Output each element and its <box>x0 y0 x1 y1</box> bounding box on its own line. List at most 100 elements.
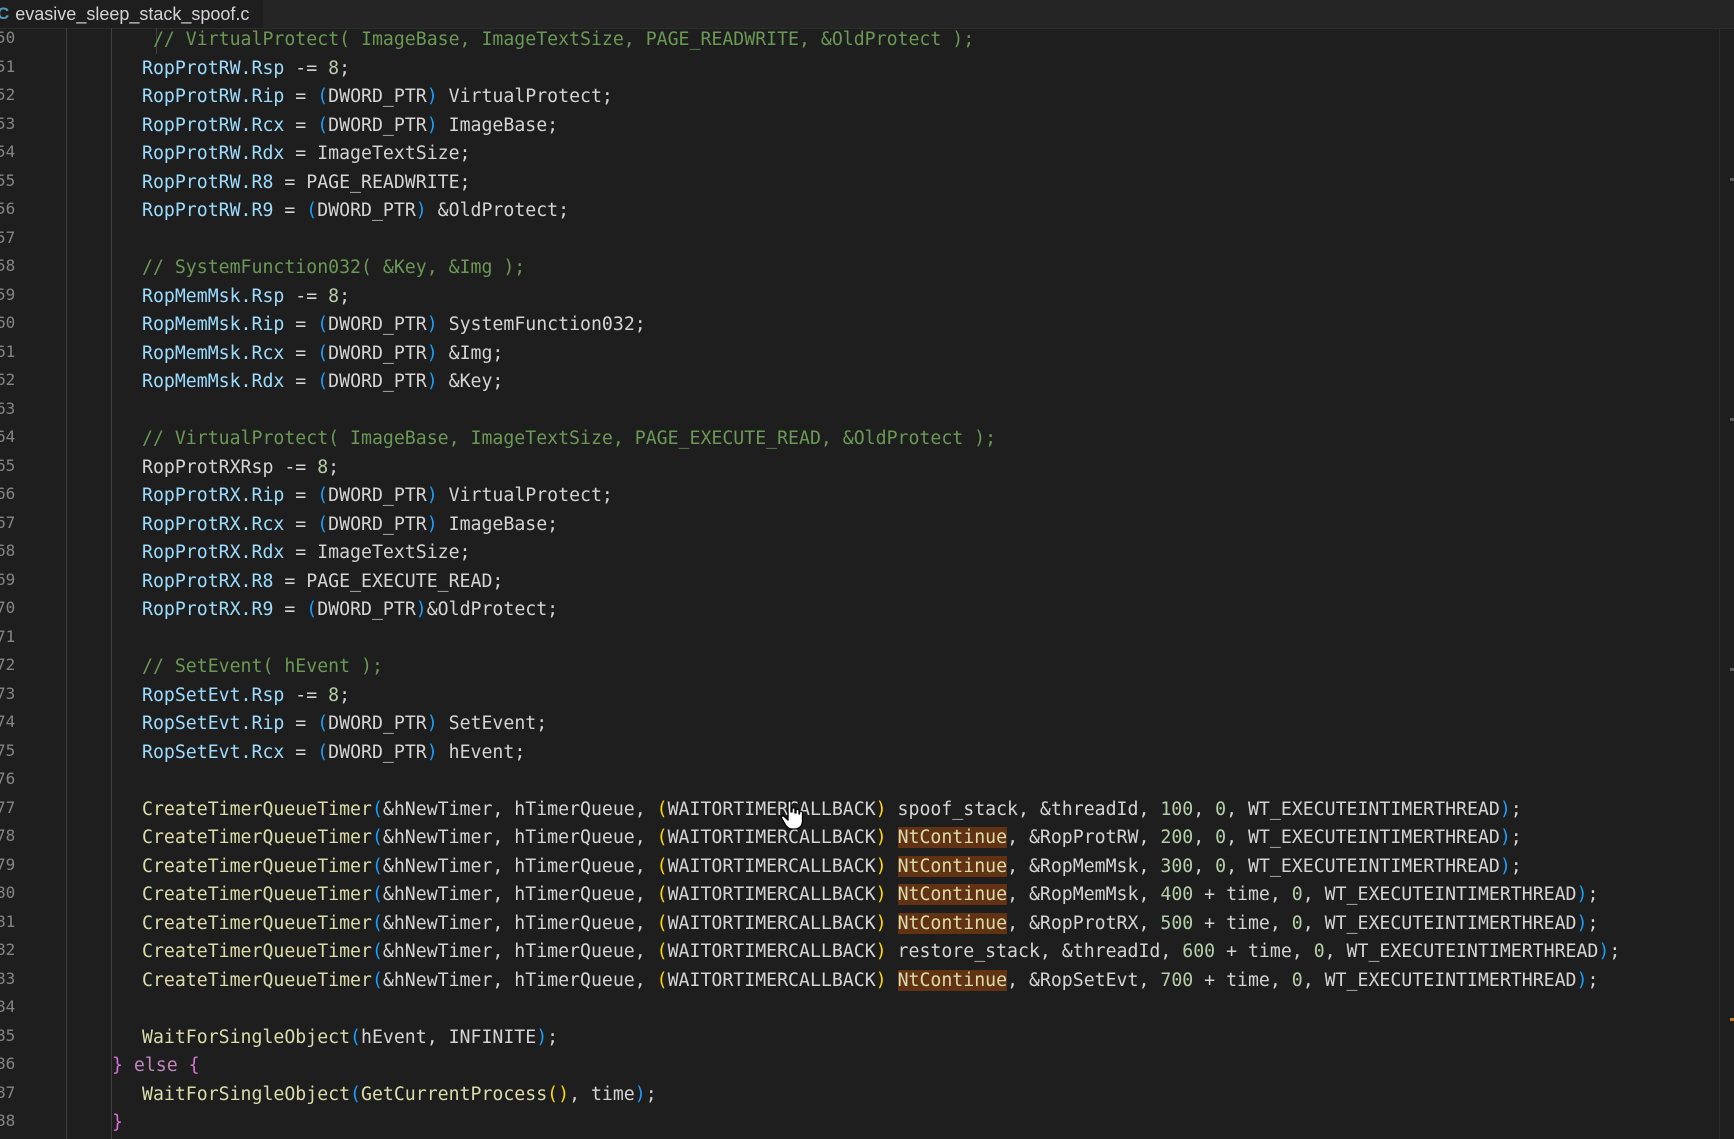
code-line[interactable]: CreateTimerQueueTimer(&hNewTimer, hTimer… <box>112 938 1722 967</box>
code-line[interactable]: CreateTimerQueueTimer(&hNewTimer, hTimer… <box>112 853 1722 882</box>
code-token: DWORD_PTR <box>328 114 427 136</box>
code-token: ) <box>875 969 887 991</box>
code-token: ) <box>415 200 427 221</box>
code-token: WAITORTIMERCALLBACK <box>667 855 876 877</box>
code-token: ) <box>875 884 887 905</box>
code-line[interactable]: RopSetEvt.Rcx = (DWORD_PTR) hEvent; <box>112 739 1722 768</box>
code-token: WAITORTIMERCALLBACK <box>667 941 876 962</box>
code-line[interactable]: // SetEvent( hEvent ); <box>112 653 1722 682</box>
line-number: 81 <box>0 911 16 931</box>
code-line[interactable]: RopProtRW.Rcx = (DWORD_PTR) ImageBase; <box>112 112 1722 141</box>
code-token: ) <box>1576 969 1588 991</box>
line-number: 69 <box>0 569 16 589</box>
code-token: DWORD_PTR <box>328 713 427 734</box>
line-number: 51 <box>0 56 16 76</box>
code-token: &hNewTimer, hTimerQueue, <box>382 855 657 877</box>
code-area[interactable]: // VirtualProtect( ImageBase, ImageTextS… <box>112 26 1722 1138</box>
code-token: ( <box>317 314 329 335</box>
editor-tab[interactable]: C evasive_sleep_stack_spoof.c <box>0 0 264 28</box>
code-line[interactable] <box>112 397 1722 426</box>
code-line[interactable]: RopSetEvt.Rsp -= 8; <box>112 682 1722 711</box>
line-number: 72 <box>0 655 16 674</box>
code-line[interactable]: RopProtRXRsp -= 8; <box>112 454 1722 483</box>
line-number: 87 <box>0 1082 16 1102</box>
code-line[interactable]: RopProtRW.R8 = PAGE_READWRITE; <box>112 169 1722 198</box>
code-line[interactable]: // VirtualProtect( ImageBase, ImageTextS… <box>112 425 1722 454</box>
code-token: 0 <box>1291 912 1303 934</box>
code-line[interactable] <box>112 625 1722 654</box>
code-token: &Key; <box>437 371 504 392</box>
code-line[interactable]: RopProtRW.R9 = (DWORD_PTR) &OldProtect; <box>112 197 1722 226</box>
code-token: ; <box>1587 969 1599 991</box>
code-line[interactable]: RopSetEvt.Rip = (DWORD_PTR) SetEvent; <box>112 710 1722 739</box>
code-token: ImageBase; <box>437 513 559 535</box>
code-token: RopMemMsk.Rsp <box>142 285 285 307</box>
line-number: 60 <box>0 313 16 332</box>
code-line[interactable]: RopMemMsk.Rdx = (DWORD_PTR) &Key; <box>112 368 1722 397</box>
code-line[interactable]: // SystemFunction032( &Key, &Img ); <box>112 254 1722 283</box>
line-number: 52 <box>0 85 16 104</box>
code-token: 300 <box>1160 855 1194 877</box>
line-number: 83 <box>0 968 16 988</box>
code-line[interactable]: } <box>112 1109 1722 1138</box>
code-line[interactable] <box>112 767 1722 796</box>
code-token: VirtualProtect; <box>437 485 613 506</box>
code-line[interactable]: WaitForSingleObject(hEvent, INFINITE); <box>112 1024 1722 1053</box>
code-token: // VirtualProtect( ImageBase, ImageTextS… <box>142 428 997 449</box>
code-token: NtContinue <box>897 855 1008 877</box>
code-token: = ImageTextSize; <box>284 542 471 563</box>
code-line[interactable]: RopProtRX.Rdx = ImageTextSize; <box>112 539 1722 568</box>
code-token: 200 <box>1160 827 1194 848</box>
tab-filename: evasive_sleep_stack_spoof.c <box>15 3 250 24</box>
vertical-scrollbar[interactable] <box>1719 28 1734 1139</box>
line-number: 86 <box>0 1054 16 1073</box>
code-line[interactable]: CreateTimerQueueTimer(&hNewTimer, hTimer… <box>112 824 1722 853</box>
code-token: RopMemMsk.Rcx <box>142 342 285 364</box>
code-token: ) <box>426 485 438 506</box>
code-token: ( <box>317 86 329 107</box>
code-token: 8 <box>328 684 340 706</box>
code-token: ; <box>339 285 351 307</box>
code-line[interactable]: CreateTimerQueueTimer(&hNewTimer, hTimer… <box>112 910 1722 939</box>
line-number: 54 <box>0 142 16 161</box>
code-token: &hNewTimer, hTimerQueue, <box>382 827 657 848</box>
code-token: ; <box>328 456 340 478</box>
code-token: restore_stack, &threadId, <box>886 941 1183 962</box>
code-line[interactable]: CreateTimerQueueTimer(&hNewTimer, hTimer… <box>112 967 1722 996</box>
code-line[interactable]: RopProtRX.R8 = PAGE_EXECUTE_READ; <box>112 568 1722 597</box>
code-line[interactable]: RopProtRW.Rdx = ImageTextSize; <box>112 140 1722 169</box>
code-editor[interactable]: C evasive_sleep_stack_spoof.c 50 51 52 53 54… <box>0 0 1734 1139</box>
code-token: 600 <box>1182 941 1216 962</box>
code-line[interactable]: CreateTimerQueueTimer(&hNewTimer, hTimer… <box>112 796 1722 825</box>
code-line[interactable]: RopMemMsk.Rsp -= 8; <box>112 283 1722 312</box>
code-line[interactable]: RopMemMsk.Rip = (DWORD_PTR) SystemFuncti… <box>112 311 1722 340</box>
code-token: 700 <box>1160 969 1194 991</box>
code-line[interactable]: RopProtRW.Rip = (DWORD_PTR) VirtualProte… <box>112 83 1722 112</box>
code-token: + time, <box>1193 969 1292 991</box>
code-line[interactable] <box>112 226 1722 255</box>
line-number: 88 <box>0 1111 16 1130</box>
code-token: ; <box>645 1083 657 1105</box>
code-line[interactable]: WaitForSingleObject(GetCurrentProcess(),… <box>112 1081 1722 1110</box>
code-line[interactable]: RopProtRX.R9 = (DWORD_PTR)&OldProtect; <box>112 596 1722 625</box>
line-number: 64 <box>0 427 16 446</box>
code-line[interactable]: RopProtRX.Rcx = (DWORD_PTR) ImageBase; <box>112 511 1722 540</box>
line-number: 67 <box>0 512 16 532</box>
code-line[interactable]: CreateTimerQueueTimer(&hNewTimer, hTimer… <box>112 881 1722 910</box>
code-token: } <box>112 1055 123 1076</box>
code-line[interactable]: RopProtRW.Rsp -= 8; <box>112 55 1722 84</box>
code-line[interactable] <box>112 995 1722 1024</box>
code-token: RopProtRX.R9 <box>142 599 274 620</box>
code-token: // SystemFunction032( &Key, &Img ); <box>142 257 526 278</box>
code-token: DWORD_PTR <box>328 485 427 506</box>
code-token: -= <box>284 57 329 79</box>
code-token: , &RopMemMsk, <box>1007 884 1161 905</box>
code-line[interactable]: RopMemMsk.Rcx = (DWORD_PTR) &Img; <box>112 340 1722 369</box>
code-token: CreateTimerQueueTimer <box>142 884 372 905</box>
code-line[interactable]: // VirtualProtect( ImageBase, ImageTextS… <box>112 26 1722 55</box>
code-token: ( <box>371 798 383 820</box>
code-token: DWORD_PTR <box>328 314 427 335</box>
code-line[interactable]: } else { <box>112 1052 1722 1081</box>
code-line[interactable]: RopProtRX.Rip = (DWORD_PTR) VirtualProte… <box>112 482 1722 511</box>
